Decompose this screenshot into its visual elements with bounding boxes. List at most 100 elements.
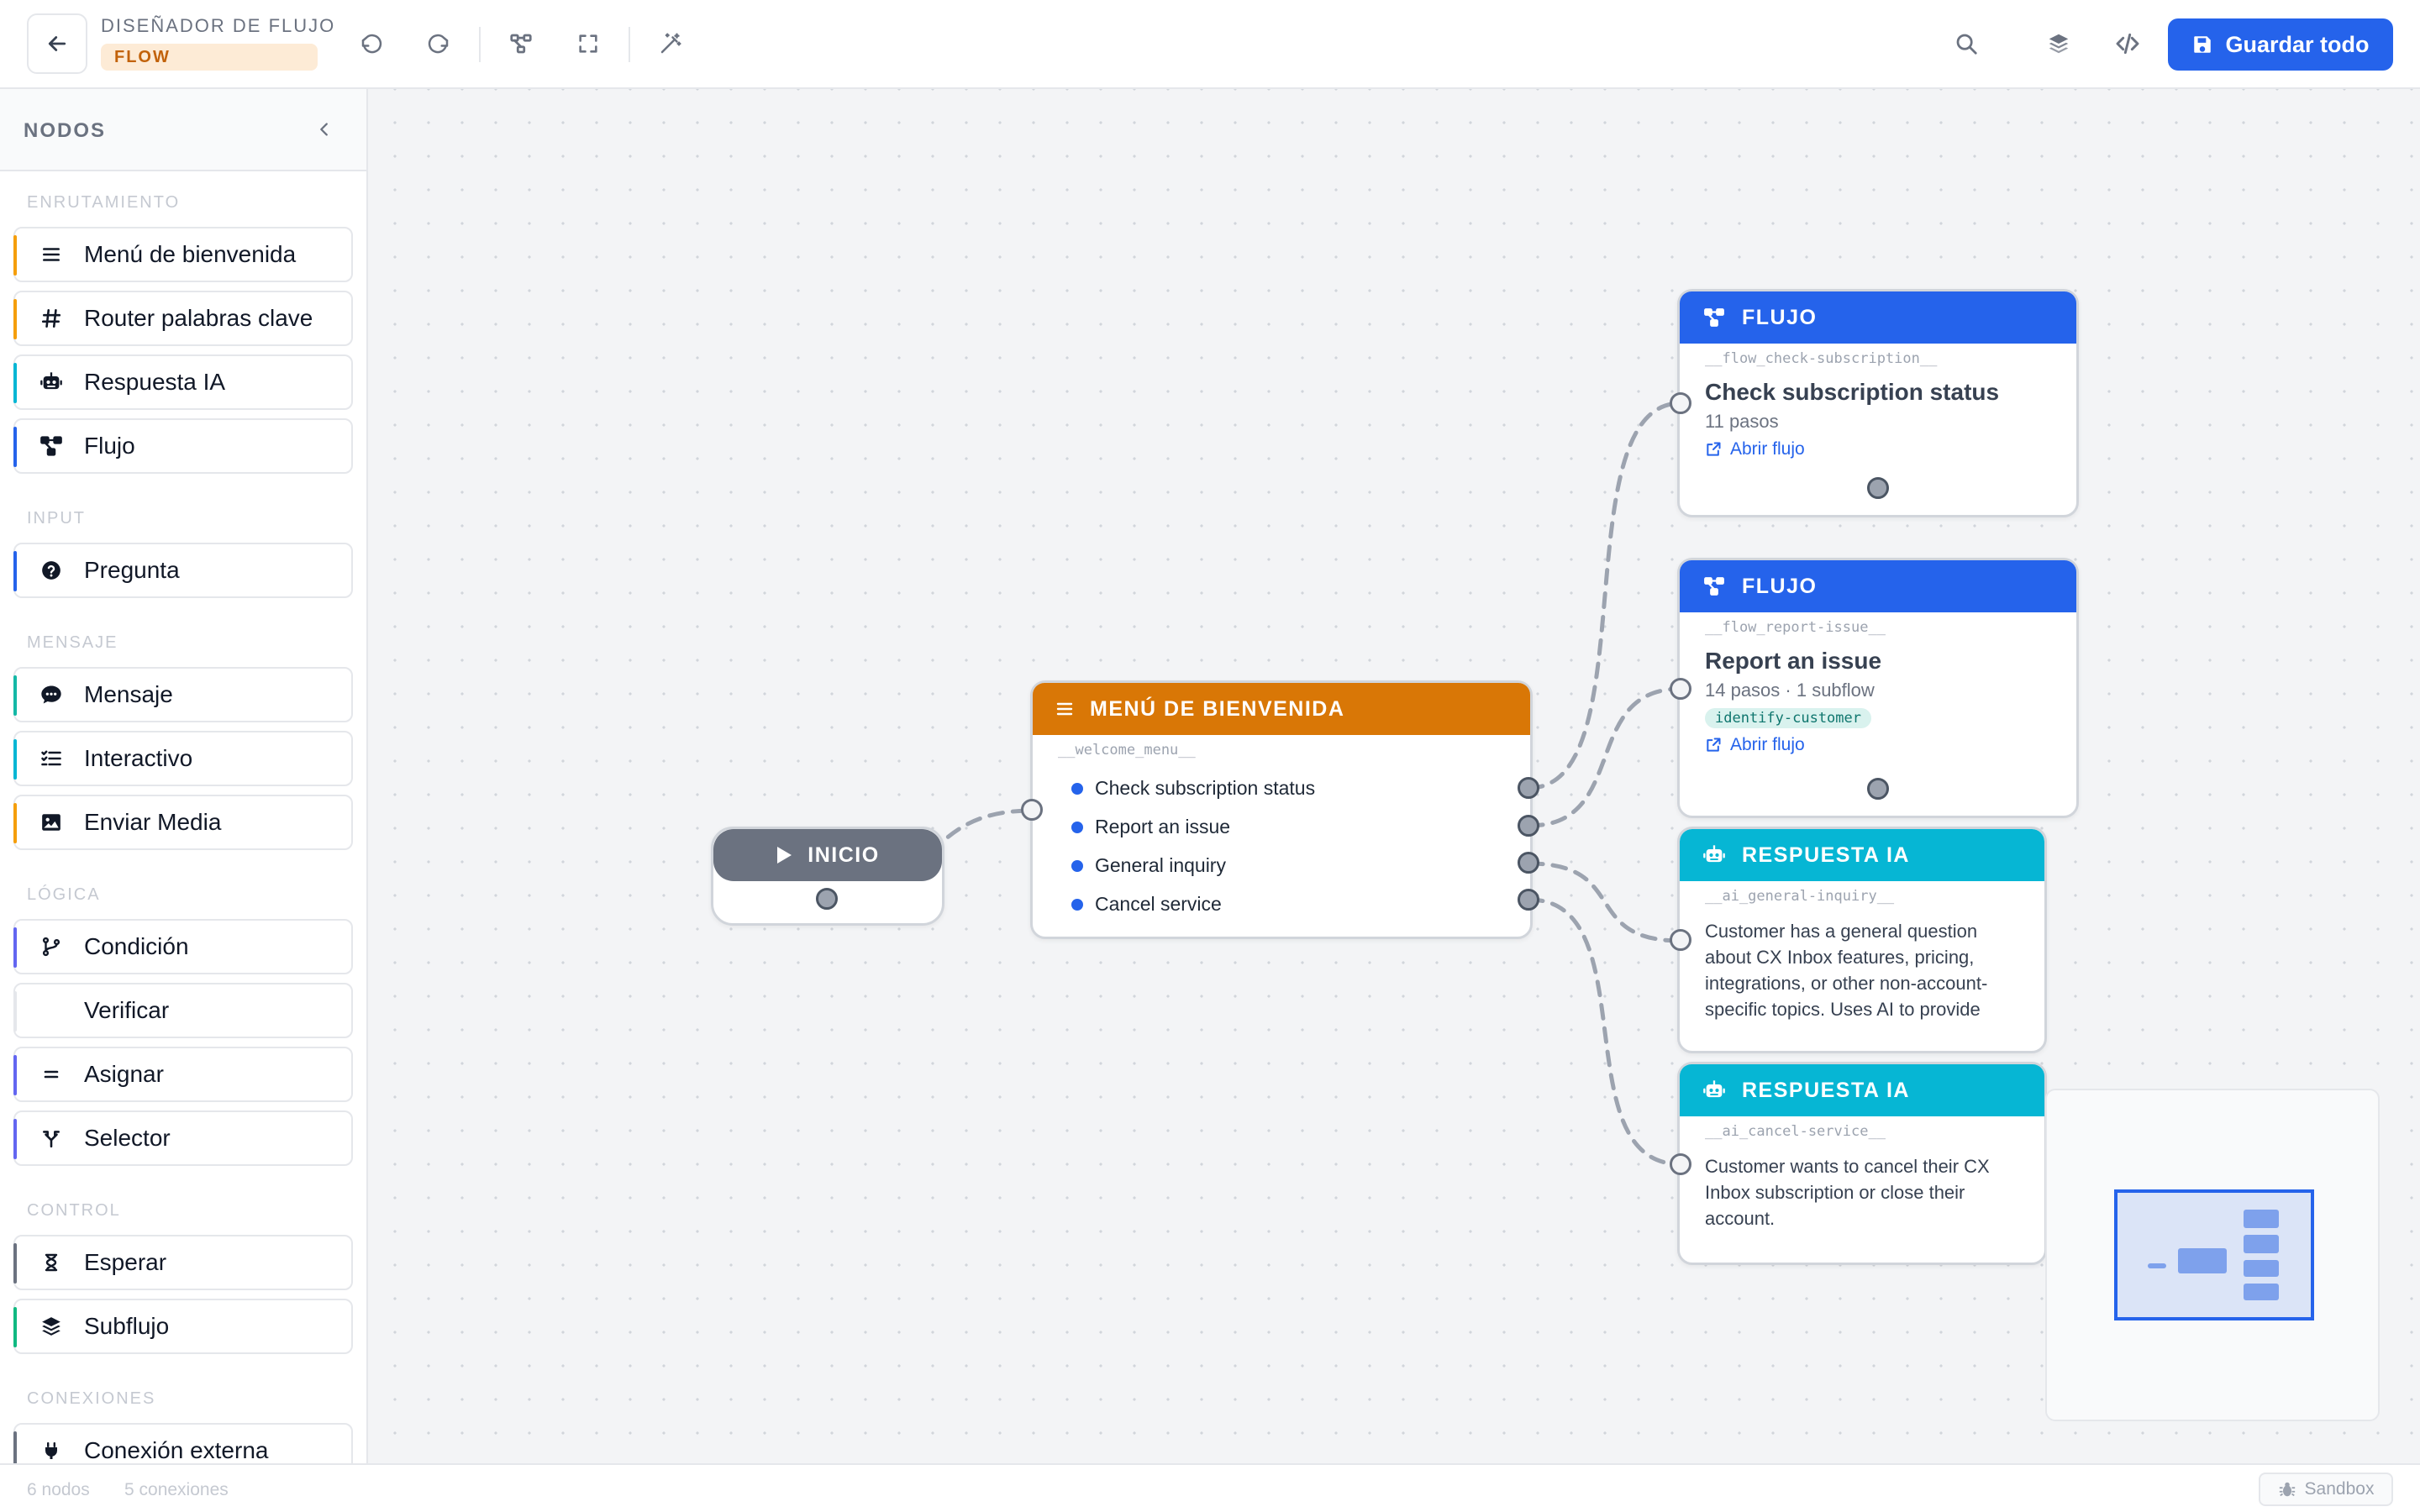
section-routing: ENRUTAMIENTO (27, 193, 181, 212)
section-message: MENSAJE (27, 633, 118, 652)
menu-option-output-port[interactable] (1518, 815, 1539, 837)
menu-option: General inquiry (1071, 854, 1226, 877)
flow-node-input-port[interactable] (1670, 678, 1691, 700)
flow-icon (1704, 577, 1724, 596)
code-icon (2116, 33, 2139, 55)
palette-item-subflow[interactable]: Subflujo (13, 1299, 353, 1354)
layers-button[interactable] (2037, 22, 2081, 66)
open-flow-link[interactable]: Abrir flujo (1680, 439, 2076, 459)
welcome-menu-input-port[interactable] (1021, 799, 1043, 821)
ai-node-type: RESPUESTA IA (1742, 1078, 1910, 1102)
minimap-node (2244, 1284, 2279, 1300)
code-view-button[interactable] (2106, 22, 2149, 66)
flow-node-id: __flow_check-subscription__ (1705, 350, 1938, 367)
open-flow-label: Abrir flujo (1730, 735, 1805, 754)
welcome-menu-node[interactable]: MENÚ DE BIENVENIDA __welcome_menu__ Chec… (1030, 680, 1533, 939)
menu-option: Report an issue (1071, 816, 1230, 838)
ai-response-node-general-inquiry[interactable]: RESPUESTA IA __ai_general-inquiry__ Cust… (1677, 827, 2047, 1053)
flow-node-output-port[interactable] (1867, 778, 1889, 800)
palette-item-message[interactable]: Mensaje (13, 667, 353, 722)
palette-item-label: Flujo (84, 433, 135, 459)
palette-item-send-media[interactable]: Enviar Media (13, 795, 353, 850)
palette-item-keyword-router[interactable]: Router palabras clave (13, 291, 353, 346)
palette-item-external-connection[interactable]: Conexión externa (13, 1423, 353, 1463)
palette-item-selector[interactable]: Selector (13, 1110, 353, 1166)
bug-icon (2279, 1482, 2295, 1497)
palette-item-label: Asignar (84, 1061, 164, 1087)
redo-button[interactable] (417, 22, 460, 66)
toolbar-separator (479, 27, 481, 62)
section-connections: CONEXIONES (27, 1389, 156, 1408)
start-node[interactable]: INICIO (711, 827, 944, 926)
palette-item-ai-response[interactable]: Respuesta IA (13, 354, 353, 410)
arrow-left-icon (48, 36, 66, 51)
menu-icon (43, 248, 60, 261)
start-node-output-port[interactable] (816, 888, 838, 910)
palette-item-label: Pregunta (84, 557, 180, 583)
menu-option-output-port[interactable] (1518, 777, 1539, 799)
ai-assist-button[interactable] (649, 22, 692, 66)
palette-item-flow[interactable]: Flujo (13, 418, 353, 474)
sandbox-button[interactable]: Sandbox (2259, 1473, 2393, 1506)
undo-button[interactable] (350, 22, 393, 66)
palette-item-label: Respuesta IA (84, 369, 226, 395)
flow-node-title: Check subscription status (1705, 379, 2000, 405)
flow-type-badge: FLOW (101, 44, 318, 71)
layers-icon (2049, 34, 2069, 54)
palette-item-label: Enviar Media (84, 809, 222, 835)
status-bar: 6 nodos 5 conexiones Sandbox (0, 1463, 2420, 1512)
palette-item-assign[interactable]: Asignar (13, 1047, 353, 1102)
palette-item-verify[interactable]: Verificar (13, 983, 353, 1038)
ai-node-input-port[interactable] (1670, 929, 1691, 951)
play-icon (777, 847, 792, 864)
ai-node-input-port[interactable] (1670, 1153, 1691, 1175)
menu-option-output-port[interactable] (1518, 889, 1539, 911)
ai-node-header: RESPUESTA IA (1680, 829, 2044, 881)
palette-item-label: Verificar (84, 997, 170, 1023)
palette-item-condition[interactable]: Condición (13, 919, 353, 974)
node-count: 6 nodos (27, 1480, 90, 1499)
section-logic: LÓGICA (27, 885, 101, 904)
hourglass-icon (45, 1253, 58, 1272)
search-button[interactable] (1944, 22, 1988, 66)
flow-node-type: FLUJO (1742, 574, 1818, 598)
menu-icon (1056, 702, 1073, 716)
sandbox-label: Sandbox (2304, 1479, 2375, 1499)
sidebar-title: NODOS (24, 119, 107, 142)
back-button[interactable] (27, 13, 87, 74)
palette-item-label: Esperar (84, 1249, 167, 1275)
plug-icon (45, 1442, 57, 1459)
menu-option-label: Report an issue (1095, 816, 1231, 837)
palette-item-wait[interactable]: Esperar (13, 1235, 353, 1290)
palette-item-interactive[interactable]: Interactivo (13, 731, 353, 786)
external-link-icon (1707, 738, 1721, 752)
ai-node-description: Customer has a general question about CX… (1705, 921, 1988, 1020)
collapse-sidebar-button[interactable] (309, 114, 339, 144)
minimap-node (2244, 1210, 2279, 1228)
robot-icon (40, 372, 62, 390)
minimap-node (2244, 1235, 2279, 1253)
save-all-button[interactable]: Guardar todo (2168, 18, 2393, 71)
start-node-header: INICIO (713, 829, 942, 881)
menu-option-output-port[interactable] (1518, 852, 1539, 874)
auto-layout-button[interactable] (499, 22, 543, 66)
flow-node-input-port[interactable] (1670, 392, 1691, 414)
section-input: INPUT (27, 509, 86, 528)
minimap[interactable] (2045, 1089, 2380, 1421)
branch-icon (42, 937, 60, 957)
palette-item-welcome-menu[interactable]: Menú de bienvenida (13, 227, 353, 282)
redo-icon (428, 34, 449, 54)
toolbar-separator (629, 27, 630, 62)
fit-view-button[interactable] (566, 22, 610, 66)
chat-icon (41, 685, 61, 704)
magic-wand-icon (660, 33, 681, 54)
flow-node-output-port[interactable] (1867, 477, 1889, 499)
welcome-menu-node-header: MENÚ DE BIENVENIDA (1033, 683, 1530, 735)
ai-response-node-cancel-service[interactable]: RESPUESTA IA __ai_cancel-service__ Custo… (1677, 1062, 2047, 1265)
save-all-label: Guardar todo (2225, 31, 2370, 57)
minimap-node (2178, 1248, 2227, 1273)
undo-icon (361, 34, 382, 54)
palette-item-question[interactable]: Pregunta (13, 543, 353, 598)
open-flow-link[interactable]: Abrir flujo (1680, 735, 2076, 755)
menu-option: Cancel service (1071, 893, 1222, 916)
